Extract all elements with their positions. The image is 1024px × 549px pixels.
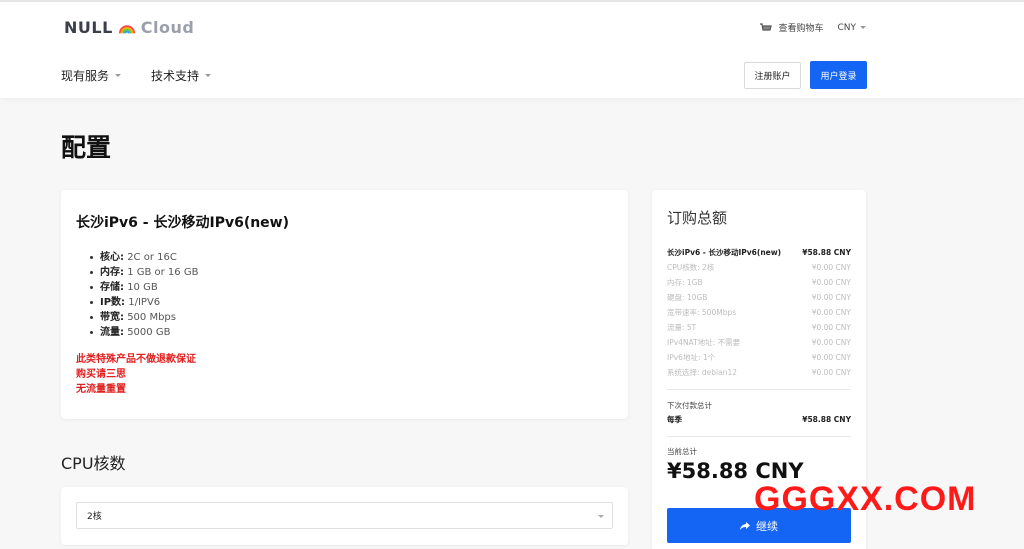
watermark: GGGXX.COM — [754, 480, 977, 518]
current-total-label: 当前总计 — [667, 447, 697, 456]
rainbow-icon — [118, 24, 135, 34]
spec-item: 核心: 2C or 16C — [90, 250, 613, 265]
spec-item: 存储: 10 GB — [90, 280, 613, 295]
summary-item-price: ¥0.00 CNY — [811, 353, 851, 362]
summary-item: IPv4NAT地址: 不需要 ¥0.00 CNY — [667, 335, 851, 350]
next-payment-label: 下次付款总计 — [667, 401, 712, 410]
spec-value: 500 Mbps — [127, 312, 176, 323]
chevron-down-icon — [598, 515, 604, 518]
summary-item: CPU核数: 2核 ¥0.00 CNY — [667, 260, 851, 275]
divider — [667, 436, 851, 437]
summary-item-label: 长沙iPv6 - 长沙移动IPv6(new) — [667, 248, 782, 257]
summary-item-label: 内存: 1GB — [667, 278, 703, 287]
summary-item: 系统选择: debian12 ¥0.00 CNY — [667, 365, 851, 380]
spec-key: IP数: — [100, 297, 126, 308]
summary-item: 宽带速率: 500Mbps ¥0.00 CNY — [667, 305, 851, 320]
view-cart-link[interactable]: 查看购物车 — [778, 21, 823, 34]
site-header: NULL Cloud 查看购物车 CNY 现有服务 技术支持 注册账户 用户登录 — [0, 0, 1024, 98]
summary-main-item: 长沙iPv6 - 长沙移动IPv6(new) ¥58.88 CNY — [667, 245, 851, 260]
logo-cloud: Cloud — [140, 18, 195, 37]
summary-item-label: 系统选择: debian12 — [667, 368, 738, 377]
summary-item: IPv6地址: 1个 ¥0.00 CNY — [667, 350, 851, 365]
cpu-select[interactable]: 2核 — [76, 502, 613, 529]
divider — [667, 389, 851, 390]
summary-item-label: 宽带速率: 500Mbps — [667, 308, 737, 317]
cpu-card: 2核 — [61, 487, 628, 545]
spec-item: 流量: 5000 GB — [90, 325, 613, 340]
product-name: 长沙iPv6 - 长沙移动IPv6(new) — [76, 215, 290, 231]
summary-item-price: ¥0.00 CNY — [811, 338, 851, 347]
spec-key: 流量: — [100, 327, 124, 338]
spec-key: 带宽: — [100, 312, 124, 323]
cart-icon — [760, 22, 773, 31]
summary-item-price: ¥0.00 CNY — [811, 308, 851, 317]
summary-item-label: 流量: 5T — [667, 323, 697, 332]
summary-item-label: 硬盘: 10GB — [667, 293, 708, 302]
spec-value: 2C or 16C — [127, 252, 177, 263]
nav-support[interactable]: 技术支持 — [151, 67, 212, 84]
currency-selector[interactable]: CNY — [837, 23, 866, 33]
summary-item-price: ¥0.00 CNY — [811, 293, 851, 302]
register-button[interactable]: 注册账户 — [744, 62, 801, 89]
nav-services-label: 现有服务 — [61, 69, 110, 83]
billing-cycle: 每季 — [667, 415, 682, 424]
spec-value: 1/IPV6 — [128, 297, 161, 308]
spec-item: 内存: 1 GB or 16 GB — [90, 265, 613, 280]
summary-item-price: ¥0.00 CNY — [811, 368, 851, 377]
summary-item-price: ¥0.00 CNY — [811, 263, 851, 272]
logo-null: NULL — [64, 18, 113, 37]
product-card: 长沙iPv6 - 长沙移动IPv6(new) 核心: 2C or 16C 内存:… — [61, 190, 628, 419]
summary-title: 订购总额 — [667, 209, 728, 227]
summary-item: 流量: 5T ¥0.00 CNY — [667, 320, 851, 335]
currency-label: CNY — [837, 22, 856, 33]
recurring-row: 每季 ¥58.88 CNY — [667, 412, 851, 427]
chevron-down-icon — [205, 74, 212, 77]
spec-key: 内存: — [100, 267, 124, 278]
continue-label: 继续 — [756, 519, 778, 533]
login-button[interactable]: 用户登录 — [810, 61, 867, 89]
warning-line: 购买请三思 — [76, 369, 126, 380]
cpu-select-value: 2核 — [87, 512, 102, 522]
warning-notes: 此类特殊产品不做退款保证 购买请三思 无流量重置 — [76, 352, 613, 397]
spec-value: 10 GB — [127, 282, 158, 293]
page-title: 配置 — [61, 133, 112, 162]
spec-item: IP数: 1/IPV6 — [90, 295, 613, 310]
cpu-heading: CPU核数 — [61, 454, 126, 473]
chevron-down-icon — [860, 26, 866, 29]
summary-item-price: ¥0.00 CNY — [811, 323, 851, 332]
spec-item: 带宽: 500 Mbps — [90, 310, 613, 325]
spec-value: 5000 GB — [127, 327, 171, 338]
summary-item-price: ¥58.88 CNY — [802, 248, 851, 257]
share-arrow-icon — [740, 521, 750, 530]
nav-support-label: 技术支持 — [151, 69, 200, 83]
summary-item-label: CPU核数: 2核 — [667, 263, 715, 272]
summary-item-label: IPv6地址: 1个 — [667, 353, 716, 362]
warning-line: 无流量重置 — [76, 384, 126, 395]
spec-key: 存储: — [100, 282, 124, 293]
billing-cycle-price: ¥58.88 CNY — [802, 415, 851, 424]
main-nav: 现有服务 技术支持 — [61, 67, 212, 84]
summary-item: 内存: 1GB ¥0.00 CNY — [667, 275, 851, 290]
nav-services[interactable]: 现有服务 — [61, 67, 122, 84]
spec-list: 核心: 2C or 16C 内存: 1 GB or 16 GB 存储: 10 G… — [76, 250, 613, 340]
warning-line: 此类特殊产品不做退款保证 — [76, 354, 196, 365]
summary-item-label: IPv4NAT地址: 不需要 — [667, 338, 741, 347]
spec-value: 1 GB or 16 GB — [127, 267, 199, 278]
chevron-down-icon — [115, 74, 122, 77]
logo[interactable]: NULL Cloud — [64, 18, 194, 37]
top-right-bar: 查看购物车 CNY — [760, 21, 866, 34]
summary-item-price: ¥0.00 CNY — [811, 278, 851, 287]
spec-key: 核心: — [100, 252, 124, 263]
summary-item: 硬盘: 10GB ¥0.00 CNY — [667, 290, 851, 305]
